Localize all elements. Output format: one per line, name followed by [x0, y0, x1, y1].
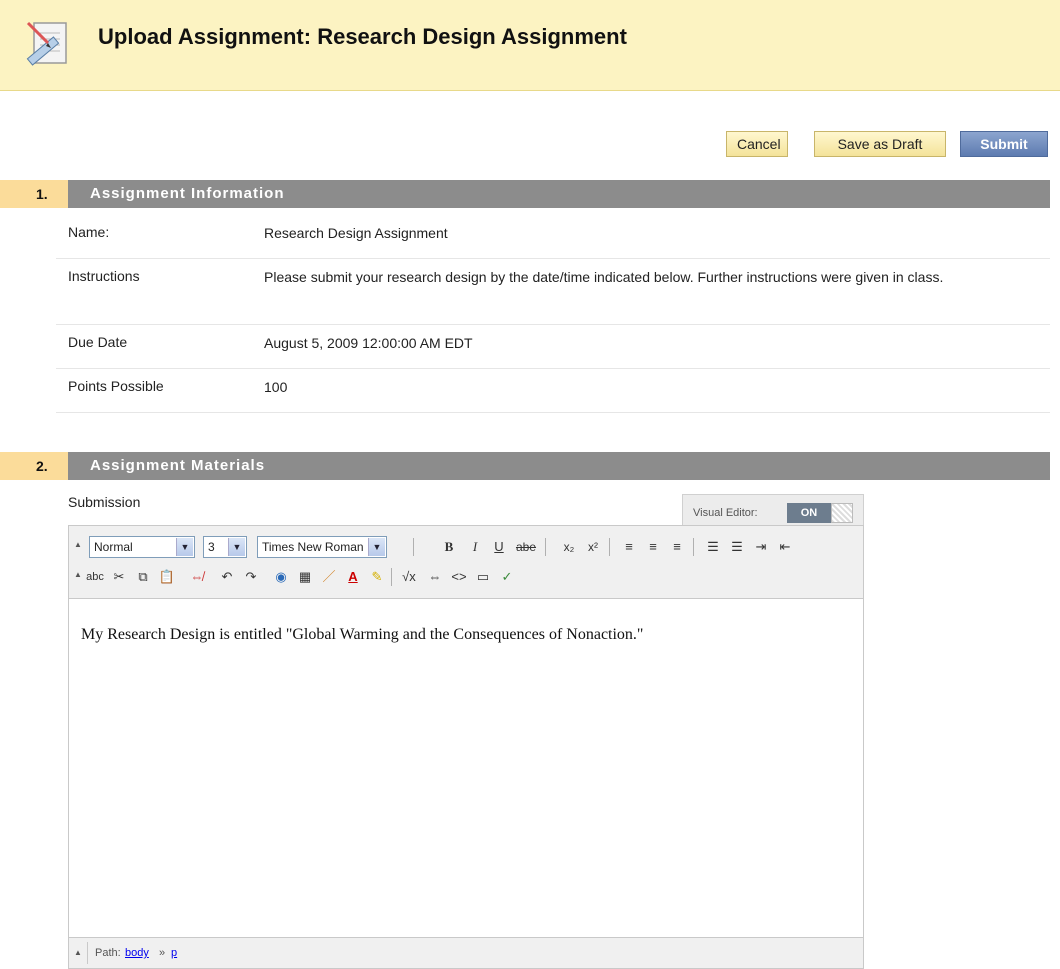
submit-button[interactable]: Submit — [960, 131, 1048, 157]
font-size-select[interactable]: 3 ▼ — [203, 536, 247, 558]
cut-icon[interactable]: ✂ — [109, 566, 129, 588]
font-size-value: 3 — [208, 540, 215, 554]
section-1-number: 1. — [0, 180, 68, 208]
text-color-icon[interactable]: A — [343, 566, 363, 588]
section-1-title: Assignment Information — [68, 180, 1050, 208]
undo-icon[interactable]: ↶ — [217, 566, 237, 588]
chevron-down-icon: ▼ — [368, 538, 385, 556]
toolbar-collapse-icon[interactable]: ▲ — [74, 570, 82, 579]
check-icon[interactable]: ✓ — [497, 566, 517, 588]
paste-icon[interactable]: 📋 — [157, 566, 177, 588]
visual-editor-toggle: Visual Editor: ON — [682, 494, 864, 526]
page-header: Upload Assignment: Research Design Assig… — [0, 0, 1060, 91]
bold-icon[interactable]: B — [439, 536, 459, 558]
align-right-icon[interactable]: ≡ — [667, 536, 687, 558]
visual-editor-label: Visual Editor: — [693, 507, 758, 519]
statusbar-separator — [87, 942, 88, 964]
chevron-down-icon: ▼ — [176, 538, 193, 556]
superscript-icon[interactable]: x² — [583, 536, 603, 558]
copy-icon[interactable]: ⧉ — [133, 566, 153, 588]
toolbar-separator — [545, 538, 546, 556]
spellcheck-icon[interactable]: abc — [83, 566, 107, 588]
remove-link-icon[interactable]: ⇎ — [187, 566, 207, 588]
numbered-list-icon[interactable]: ☰ — [703, 536, 723, 558]
due-date-value: August 5, 2009 12:00:00 AM EDT — [264, 335, 473, 351]
insert-line-icon[interactable]: ／ — [319, 566, 339, 588]
toolbar-row-1: ▲ Normal ▼ 3 ▼ Times New Roman ▼ B I U a… — [69, 536, 863, 564]
fullscreen-icon[interactable]: ▭ — [473, 566, 493, 588]
subscript-icon[interactable]: x₂ — [559, 536, 579, 558]
outdent-icon[interactable]: ⇤ — [775, 536, 795, 558]
path-link-body[interactable]: body — [125, 947, 149, 959]
italic-icon[interactable]: I — [465, 536, 485, 558]
points-label: Points Possible — [68, 378, 164, 394]
visual-editor-on-switch[interactable]: ON — [787, 503, 831, 523]
visual-editor-off-switch[interactable] — [831, 503, 853, 523]
instructions-label: Instructions — [68, 268, 140, 284]
path-separator: » — [159, 947, 166, 959]
info-row-instructions: Instructions Please submit your research… — [56, 258, 1050, 325]
statusbar-collapse-icon[interactable]: ▲ — [74, 948, 82, 957]
font-family-value: Times New Roman — [262, 540, 364, 554]
math-equation-icon[interactable]: √x — [399, 566, 419, 588]
insert-table-icon[interactable]: ▦ — [295, 566, 315, 588]
due-date-label: Due Date — [68, 334, 128, 350]
toolbar-row-2: ▲ abc ✂ ⧉ 📋 ⇎ ↶ ↷ ◉ ▦ ／ A ✎ √x ⇔ <> ▭ ✓ — [69, 566, 863, 594]
editor-content[interactable]: My Research Design is entitled "Global W… — [81, 626, 643, 644]
info-row-name: Name: Research Design Assignment — [56, 214, 1050, 259]
editor-toolbar: ▲ Normal ▼ 3 ▼ Times New Roman ▼ B I U a… — [69, 526, 863, 599]
save-as-draft-button[interactable]: Save as Draft — [814, 131, 946, 157]
html-source-icon[interactable]: <> — [449, 566, 469, 588]
align-left-icon[interactable]: ≡ — [619, 536, 639, 558]
cancel-button[interactable]: Cancel — [726, 131, 788, 157]
underline-icon[interactable]: U — [489, 536, 509, 558]
font-family-select[interactable]: Times New Roman ▼ — [257, 536, 387, 558]
paragraph-style-select[interactable]: Normal ▼ — [89, 536, 195, 558]
editor-statusbar: ▲ Path: body » p — [69, 937, 863, 968]
indent-icon[interactable]: ⇥ — [751, 536, 771, 558]
path-link-p[interactable]: p — [171, 947, 177, 959]
paragraph-style-value: Normal — [94, 540, 133, 554]
section-2-title: Assignment Materials — [68, 452, 1050, 480]
toolbar-collapse-icon[interactable]: ▲ — [74, 540, 82, 549]
assignment-ruler-icon — [26, 21, 67, 66]
align-center-icon[interactable]: ≡ — [643, 536, 663, 558]
points-value: 100 — [264, 379, 288, 395]
page-title: Upload Assignment: Research Design Assig… — [98, 24, 627, 49]
path-label: Path: — [95, 947, 121, 959]
section-2-number: 2. — [0, 452, 68, 480]
toolbar-separator — [391, 568, 392, 586]
highlight-icon[interactable]: ✎ — [367, 566, 387, 588]
toolbar-separator — [413, 538, 414, 556]
name-value: Research Design Assignment — [264, 225, 448, 241]
redo-icon[interactable]: ↷ — [241, 566, 261, 588]
toolbar-separator — [609, 538, 610, 556]
info-row-due-date: Due Date August 5, 2009 12:00:00 AM EDT — [56, 324, 1050, 369]
chevron-down-icon: ▼ — [228, 538, 245, 556]
name-label: Name: — [68, 224, 110, 240]
info-row-points: Points Possible 100 — [56, 368, 1050, 413]
insert-link-icon[interactable]: ◉ — [271, 566, 291, 588]
instructions-value: Please submit your research design by th… — [264, 269, 944, 285]
strikethrough-icon[interactable]: abe — [513, 536, 539, 558]
toolbar-separator — [693, 538, 694, 556]
special-character-icon[interactable]: ⇔ — [425, 566, 445, 588]
bulleted-list-icon[interactable]: ☰ — [727, 536, 747, 558]
text-editor: ▲ Normal ▼ 3 ▼ Times New Roman ▼ B I U a… — [68, 525, 864, 969]
submission-label: Submission — [68, 494, 141, 510]
